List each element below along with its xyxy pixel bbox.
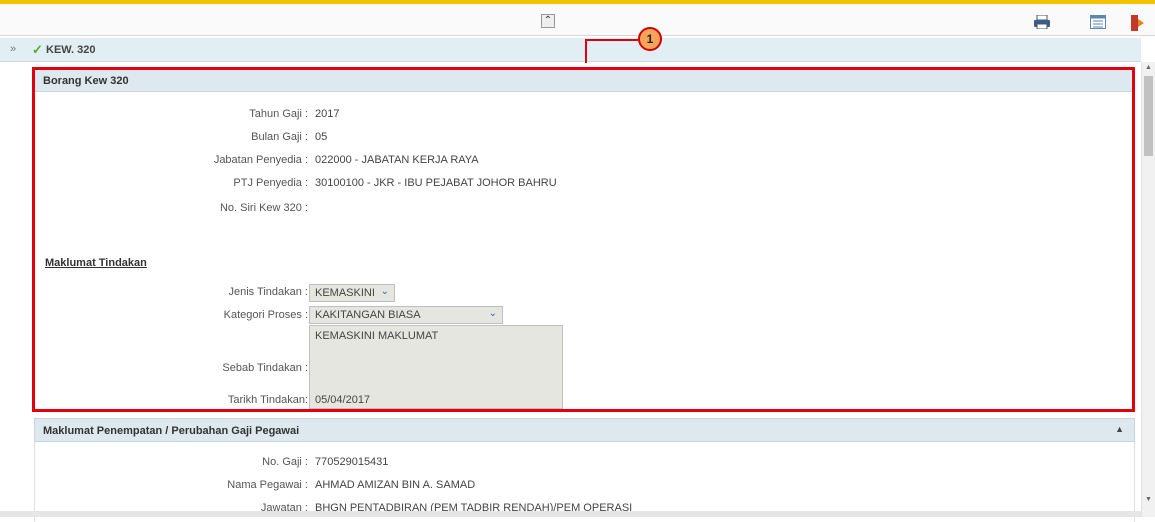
- scroll-thumb[interactable]: [1144, 76, 1153, 156]
- penempatan-section-title: Maklumat Penempatan / Perubahan Gaji Peg…: [43, 425, 300, 437]
- field-value: 770529015431: [315, 456, 389, 468]
- penempatan-section-body: No. Gaji : 770529015431 Nama Pegawai : A…: [34, 442, 1135, 522]
- field-value: AHMAD AMIZAN BIN A. SAMAD: [315, 479, 476, 491]
- field-nama-pegawai: Nama Pegawai : AHMAD AMIZAN BIN A. SAMAD: [35, 479, 1134, 497]
- callout-connector-h: [585, 39, 638, 41]
- collapse-caret-icon[interactable]: ▲: [1115, 424, 1124, 434]
- printer-icon[interactable]: [1034, 15, 1050, 29]
- double-chevron-up-icon: ⌃: [543, 15, 553, 26]
- penempatan-section: Maklumat Penempatan / Perubahan Gaji Peg…: [34, 418, 1135, 522]
- scroll-down-icon[interactable]: ▼: [1145, 496, 1152, 503]
- callout-badge: 1: [638, 27, 662, 51]
- penempatan-section-header[interactable]: Maklumat Penempatan / Perubahan Gaji Peg…: [34, 418, 1135, 442]
- logout-icon[interactable]: [1130, 15, 1146, 31]
- vertical-scrollbar[interactable]: ▲ ▼: [1141, 62, 1155, 517]
- field-no-gaji: No. Gaji : 770529015431: [35, 456, 1134, 474]
- horizontal-scrollbar[interactable]: [0, 511, 1141, 517]
- expand-sidebar-icon[interactable]: »: [10, 43, 16, 55]
- scroll-up-icon[interactable]: ▲: [1145, 64, 1152, 71]
- field-label: Nama Pegawai :: [227, 479, 308, 491]
- field-label: No. Gaji :: [262, 456, 308, 468]
- breadcrumb-title: KEW. 320: [46, 44, 96, 56]
- breadcrumb: » ✓ KEW. 320: [0, 38, 1141, 62]
- checkmark-icon: ✓: [32, 42, 43, 57]
- highlight-box: [32, 67, 1135, 412]
- list-view-icon[interactable]: [1090, 15, 1106, 29]
- top-toolbar: ⌃: [0, 4, 1155, 36]
- collapse-toolbar-button[interactable]: ⌃: [541, 14, 555, 28]
